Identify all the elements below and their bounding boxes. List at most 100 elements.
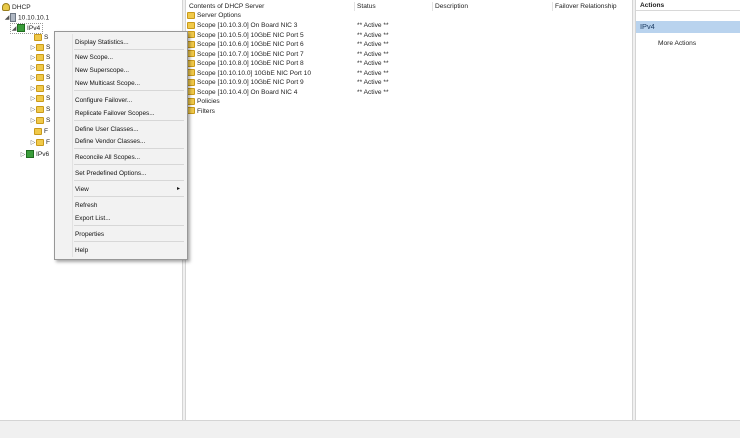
tree-item-scope[interactable]: ▷ S <box>30 94 50 103</box>
list-row[interactable]: Server Options <box>187 11 241 20</box>
list-row[interactable]: Scope [10.10.3.0] On Board NIC 3 <box>187 21 297 30</box>
actions-section-ipv4[interactable]: IPv4 <box>636 21 740 33</box>
menu-item-set-predefined-options[interactable]: Set Predefined Options... <box>75 168 146 179</box>
tree-item-server[interactable]: ◢ 10.10.10.1 <box>4 13 49 22</box>
tree-item-ipv6[interactable]: ▷ IPv6 <box>20 150 49 159</box>
tree-item-scope[interactable]: ▷ S <box>30 43 50 52</box>
tree-item-dhcp[interactable]: DHCP <box>2 3 31 12</box>
menu-item-new-scope[interactable]: New Scope... <box>75 52 113 63</box>
menu-item-new-superscope[interactable]: New Superscope... <box>75 65 129 76</box>
row-name: Scope [10.10.4.0] On Board NIC 4 <box>197 88 298 96</box>
row-name: Server Options <box>197 12 241 19</box>
tree-label-partial: S <box>46 117 51 124</box>
menu-separator <box>74 90 184 91</box>
tree-item-scope[interactable]: ▷ S <box>30 73 50 82</box>
filters-icon <box>36 138 44 146</box>
menu-separator <box>74 164 184 165</box>
menu-separator <box>74 225 184 226</box>
menu-item-view[interactable]: View <box>75 184 89 195</box>
menu-item-new-multicast-scope[interactable]: New Multicast Scope... <box>75 78 140 89</box>
folder-icon <box>36 116 44 124</box>
list-row[interactable]: Scope [10.10.10.0] 10GbE NIC Port 10 <box>187 69 311 78</box>
tree-label-partial: S <box>46 85 51 92</box>
menu-separator <box>74 120 184 121</box>
folder-icon <box>187 21 195 29</box>
list-row[interactable]: Scope [10.10.8.0] 10GbE NIC Port 8 <box>187 59 304 68</box>
menu-item-replicate-failover-scopes[interactable]: Replicate Failover Scopes... <box>75 108 155 119</box>
list-row[interactable]: Policies <box>187 97 220 106</box>
tree-label-partial: S <box>46 44 51 51</box>
folder-icon <box>36 84 44 92</box>
menu-separator <box>74 180 184 181</box>
folder-icon <box>36 73 44 81</box>
dhcp-icon <box>2 3 10 12</box>
tree-item-policies[interactable]: F <box>34 127 48 136</box>
menu-item-properties[interactable]: Properties <box>75 229 104 240</box>
actions-pane: Actions IPv4 More Actions <box>636 0 740 420</box>
column-header-status[interactable]: Status <box>355 2 433 11</box>
column-header-description[interactable]: Description <box>433 2 553 11</box>
row-status: ** Active ** <box>357 69 389 77</box>
tree-label-partial: S <box>46 54 51 61</box>
folder-icon <box>36 94 44 102</box>
row-status: ** Active ** <box>357 88 389 96</box>
menu-item-define-user-classes[interactable]: Define User Classes... <box>75 124 139 135</box>
menu-separator <box>74 49 184 50</box>
list-row[interactable]: Scope [10.10.4.0] On Board NIC 4 <box>187 88 297 97</box>
status-bar <box>0 420 740 438</box>
tree-item-scope[interactable]: ▷ S <box>30 105 50 114</box>
menu-item-export-list[interactable]: Export List... <box>75 213 111 224</box>
row-name: Scope [10.10.10.0] 10GbE NIC Port 10 <box>197 69 311 77</box>
tree-item-filters[interactable]: ▷ F <box>30 138 50 147</box>
tree-item-scope[interactable]: ▷ S <box>30 53 50 62</box>
tree-label-partial: S <box>44 34 49 41</box>
ipv4-icon <box>17 24 25 33</box>
menu-item-reconcile-all-scopes[interactable]: Reconcile All Scopes... <box>75 152 140 163</box>
folder-icon <box>187 40 195 48</box>
row-name: Policies <box>197 98 220 105</box>
tree-item-scope[interactable]: ▷ S <box>30 63 50 72</box>
tree-label-ipv4: IPv4 <box>27 25 41 32</box>
menu-separator <box>74 148 184 149</box>
row-status: ** Active ** <box>357 50 389 58</box>
more-actions-link[interactable]: More Actions <box>658 40 696 47</box>
menu-item-define-vendor-classes[interactable]: Define Vendor Classes... <box>75 136 145 147</box>
folder-icon <box>187 50 195 58</box>
tree-label-server: 10.10.10.1 <box>18 14 50 22</box>
policies-icon <box>187 97 195 105</box>
folder-icon <box>36 105 44 113</box>
folder-icon <box>187 88 195 96</box>
tree-label-partial: F <box>44 128 49 135</box>
column-header-failover[interactable]: Failover Relationship <box>553 2 632 11</box>
tree-item-scope[interactable]: ▷ S <box>30 84 50 93</box>
server-options-icon <box>187 11 195 19</box>
folder-icon <box>187 78 195 86</box>
menu-separator <box>74 241 184 242</box>
list-row[interactable]: Scope [10.10.9.0] 10GbE NIC Port 9 <box>187 78 304 87</box>
tree-label-partial: S <box>46 95 51 102</box>
folder-icon <box>36 53 44 61</box>
column-header-contents[interactable]: Contents of DHCP Server <box>187 2 355 11</box>
list-row[interactable]: Scope [10.10.6.0] 10GbE NIC Port 6 <box>187 40 304 49</box>
tree-label-partial: S <box>46 106 51 113</box>
menu-item-configure-failover[interactable]: Configure Failover... <box>75 95 132 106</box>
context-menu: Display Statistics... New Scope... New S… <box>54 31 188 260</box>
menu-item-display-statistics[interactable]: Display Statistics... <box>75 37 129 48</box>
menu-item-help[interactable]: Help <box>75 245 88 256</box>
list-row[interactable]: Filters <box>187 107 215 116</box>
menu-item-refresh[interactable]: Refresh <box>75 200 97 211</box>
list-row[interactable]: Scope [10.10.7.0] 10GbE NIC Port 7 <box>187 50 304 59</box>
tree-label-partial: F <box>46 139 51 146</box>
row-name: Scope [10.10.7.0] 10GbE NIC Port 7 <box>197 50 304 58</box>
folder-icon <box>36 43 44 51</box>
tree-item-server-options[interactable]: S <box>34 33 48 42</box>
submenu-arrow-icon: ▸ <box>177 186 181 192</box>
details-list: Contents of DHCP Server Status Descripti… <box>187 0 632 420</box>
server-icon <box>10 13 16 22</box>
tree-label-partial: S <box>46 74 51 81</box>
list-row[interactable]: Scope [10.10.5.0] 10GbE NIC Port 5 <box>187 31 304 40</box>
row-status: ** Active ** <box>357 60 389 67</box>
tree-item-scope[interactable]: ▷ S <box>30 116 50 125</box>
menu-icon-gutter <box>57 34 73 257</box>
row-name: Scope [10.10.8.0] 10GbE NIC Port 8 <box>197 60 304 67</box>
